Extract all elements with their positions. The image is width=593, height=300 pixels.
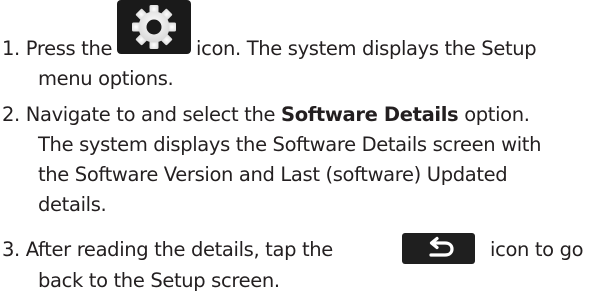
gear-icon	[117, 0, 191, 54]
step-3-line-1: 3. After reading the details, tap the	[2, 235, 333, 265]
software-details-option: Software Details	[281, 103, 459, 126]
step-2-line-3: the Software Version and Last (software)…	[38, 163, 508, 186]
step-text: option.	[464, 103, 530, 126]
step-text: Navigate to and select the	[25, 103, 276, 126]
step-text: Press the	[25, 37, 113, 60]
back-arrow-icon	[402, 233, 475, 264]
step-1-line-2: menu options.	[38, 67, 174, 90]
step-2-line-2: The system displays the Software Details…	[38, 133, 542, 156]
step-2-line-1: 2. Navigate to and select the Software D…	[2, 100, 530, 130]
step-text: After reading the details, tap the	[25, 238, 333, 261]
step-number: 1.	[2, 37, 20, 60]
step-3-text-after-icon: icon to go	[490, 238, 584, 261]
step-3-line-2: back to the Setup screen.	[38, 269, 280, 292]
instruction-list: 1. Press the icon. The system displays t…	[0, 0, 593, 300]
step-number: 3.	[2, 238, 20, 261]
step-1-text-after-icon: icon. The system displays the Setup	[196, 37, 537, 60]
step-2-line-4: details.	[38, 193, 107, 216]
step-1-line-1: 1. Press the	[2, 34, 112, 64]
step-number: 2.	[2, 103, 20, 126]
